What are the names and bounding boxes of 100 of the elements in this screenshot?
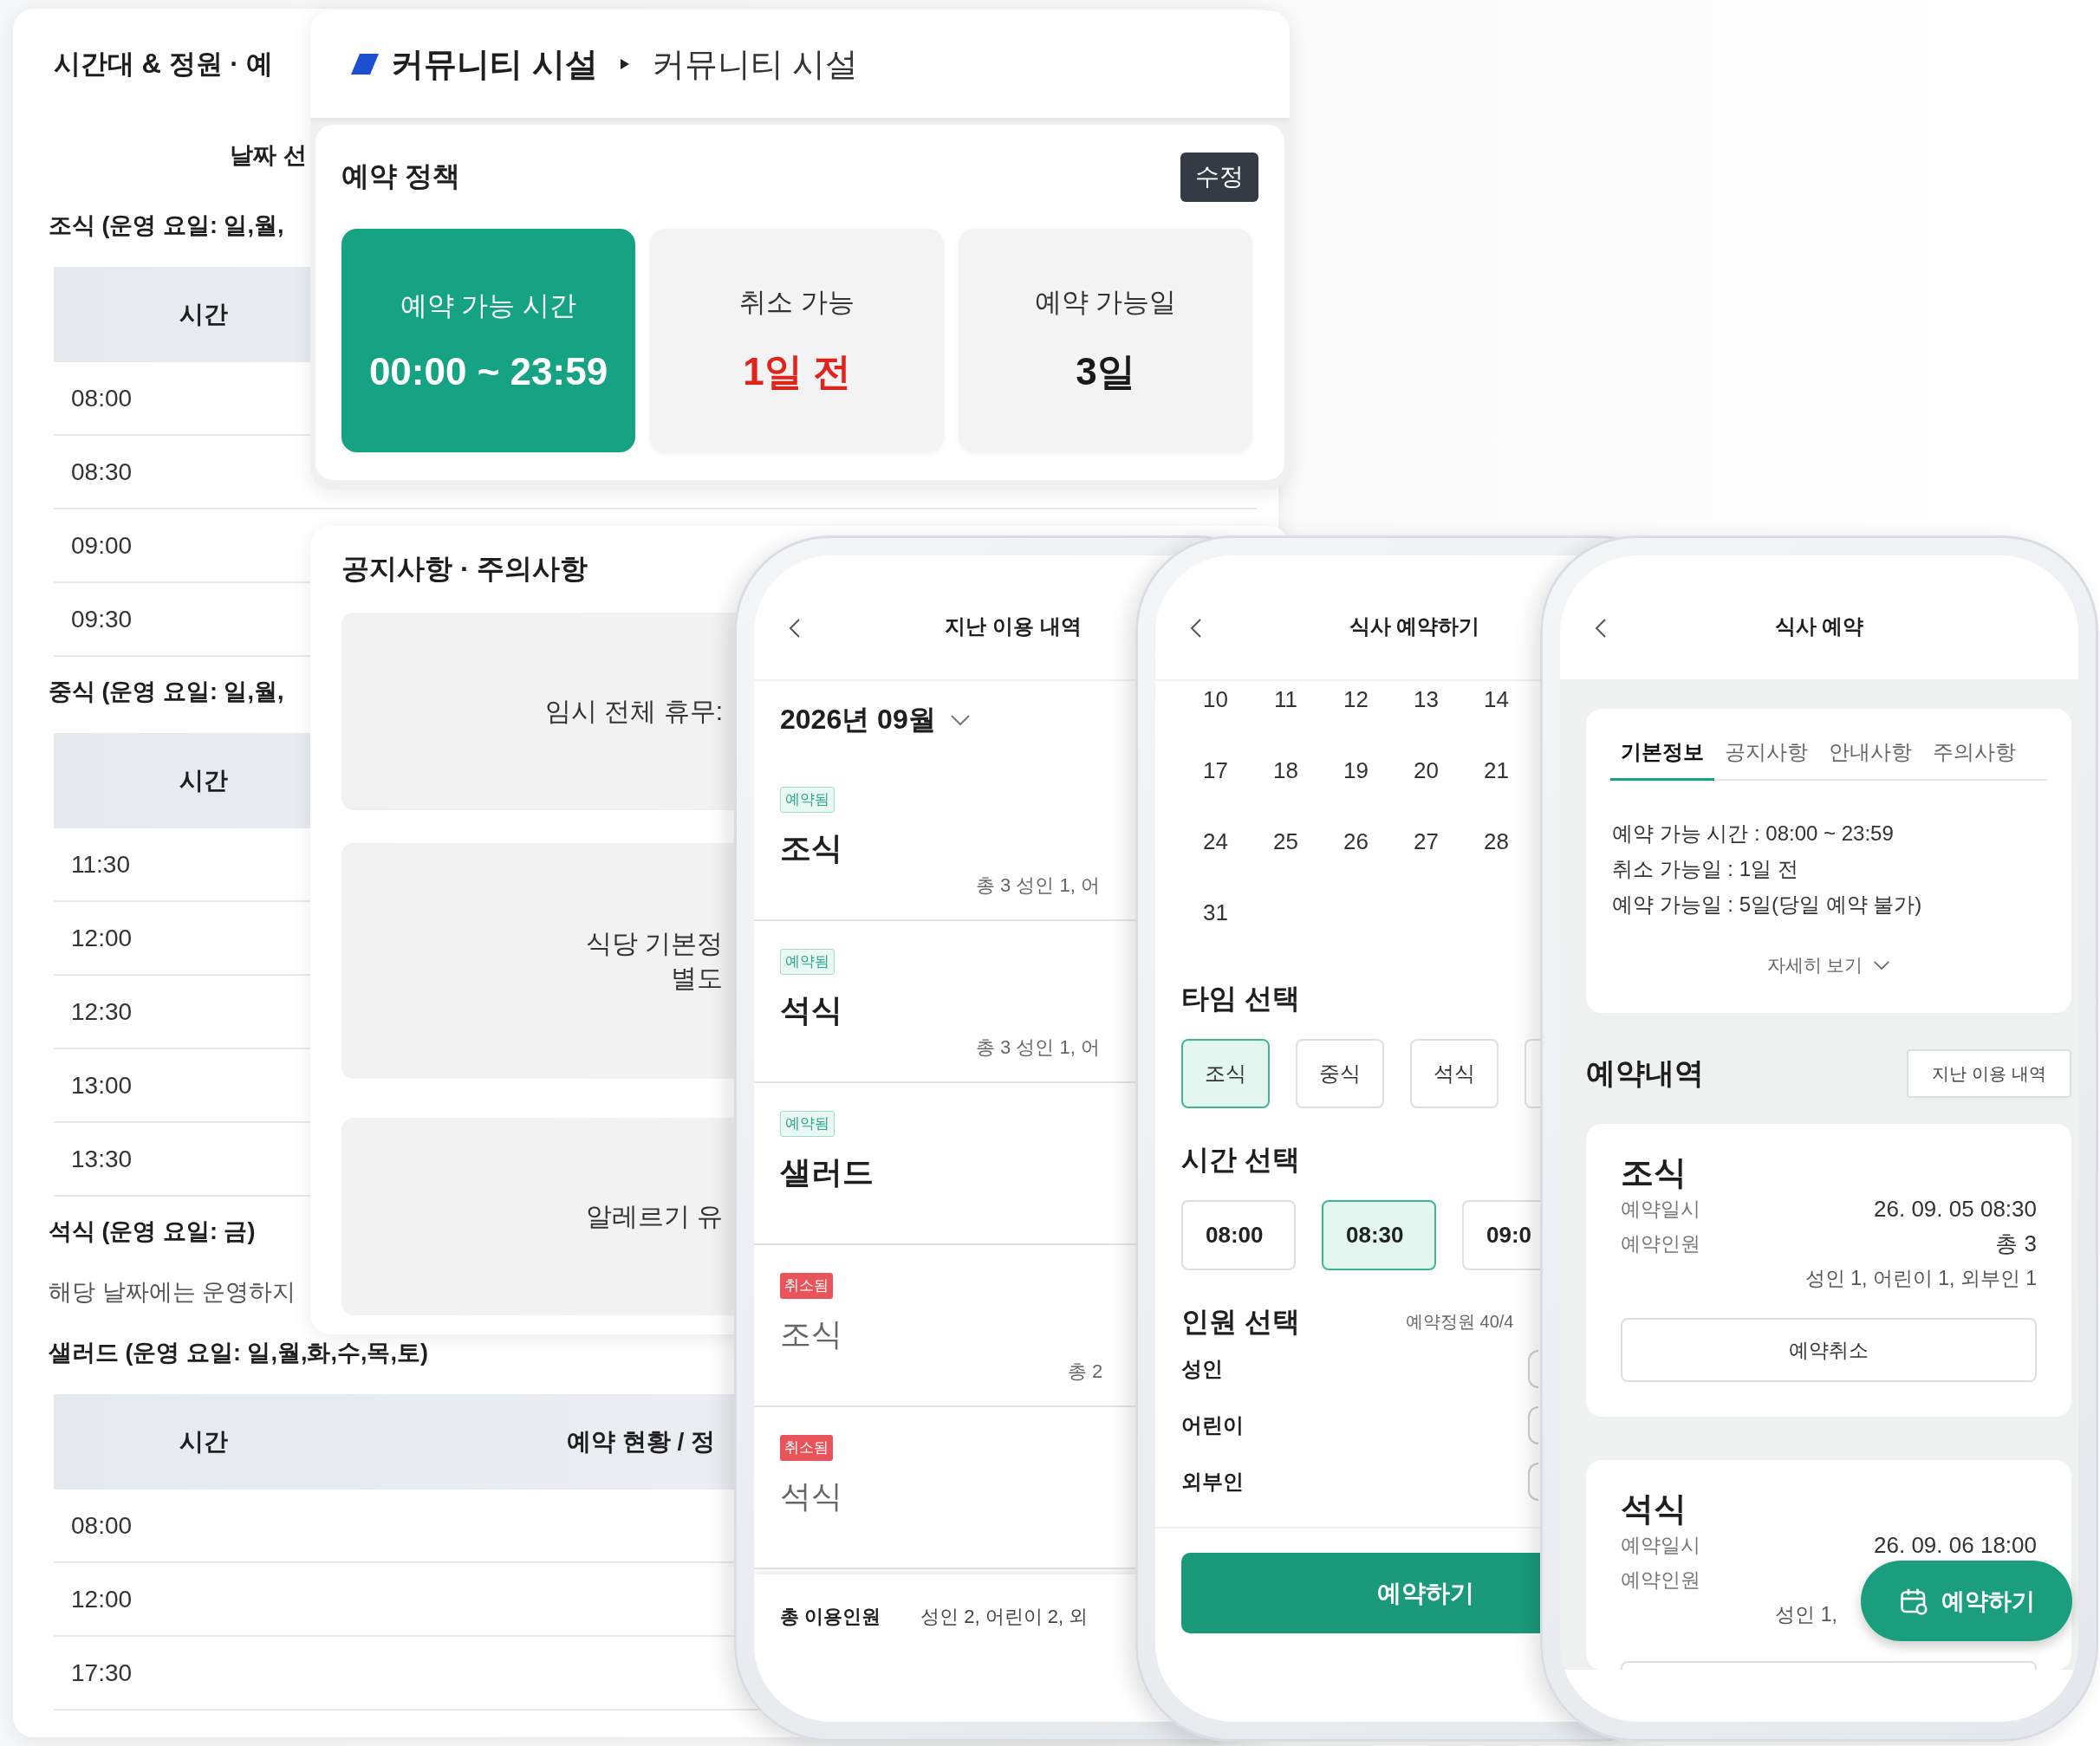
info-line: 취소 가능일 : 1일 전 bbox=[1612, 856, 1799, 882]
screen-title: 지난 이용 내역 bbox=[945, 613, 1082, 639]
guest-breakdown: 성인 1, 어린이 1, 외부인 1 bbox=[1804, 1267, 2037, 1289]
field-value: 총 3 bbox=[1995, 1230, 2037, 1258]
guest-count: 총 2 bbox=[1068, 1360, 1103, 1382]
info-tab[interactable]: 기본정보 bbox=[1610, 728, 1714, 781]
edit-button[interactable]: 수정 bbox=[1180, 152, 1258, 202]
breadcrumb-link[interactable]: 커뮤니티 시설 bbox=[391, 42, 598, 87]
time-cell: 08:00 bbox=[71, 1511, 133, 1540]
back-icon[interactable] bbox=[1190, 618, 1202, 639]
calendar-day[interactable]: 18 bbox=[1251, 759, 1321, 782]
capacity-text: 예약정원 40/4 bbox=[1406, 1311, 1515, 1333]
field-value: 26. 09. 05 08:30 bbox=[1874, 1195, 2037, 1223]
calendar-day[interactable]: 10 bbox=[1180, 688, 1251, 711]
card-title: 예약 정책 bbox=[341, 159, 460, 193]
info-tab[interactable]: 주의사항 bbox=[1922, 728, 2026, 781]
calendar-day[interactable]: 24 bbox=[1180, 830, 1251, 853]
calendar-day[interactable]: 27 bbox=[1391, 830, 1461, 853]
caret-icon bbox=[620, 59, 629, 69]
meal-name: 석식 bbox=[780, 1477, 842, 1516]
meal-name: 샐러드 bbox=[780, 1153, 874, 1191]
calendar-day[interactable]: 21 bbox=[1461, 759, 1531, 782]
status-badge: 예약됨 bbox=[780, 787, 835, 813]
column-header: 시간 bbox=[179, 766, 229, 795]
info-tab[interactable]: 안내사항 bbox=[1818, 728, 1922, 781]
chevron-down-icon[interactable] bbox=[1873, 960, 1891, 970]
time-cell: 12:30 bbox=[71, 997, 133, 1026]
meal-section-title: 중식 (운영 요일: 일,월, bbox=[49, 678, 284, 706]
time-cell: 13:30 bbox=[71, 1145, 133, 1173]
time-cell: 17:30 bbox=[71, 1658, 133, 1687]
meal-section-title: 석식 (운영 요일: 금) bbox=[49, 1217, 256, 1246]
tile-label: 취소 가능 bbox=[739, 285, 855, 319]
section-title: 타임 선택 bbox=[1181, 983, 1300, 1014]
calendar-day[interactable]: 20 bbox=[1391, 759, 1461, 782]
tile-value: 00:00 ~ 23:59 bbox=[368, 350, 608, 393]
back-icon[interactable] bbox=[1595, 618, 1607, 639]
date-select-label: 날짜 선 bbox=[230, 141, 307, 170]
guest-type-label: 어린이 bbox=[1181, 1412, 1244, 1438]
time-option[interactable]: 08:30 bbox=[1322, 1200, 1436, 1270]
field-label: 예약일시 bbox=[1621, 1197, 1700, 1222]
status-badge: 취소됨 bbox=[780, 1435, 833, 1461]
month-selector[interactable]: 2026년 09월 bbox=[780, 701, 936, 739]
back-icon[interactable] bbox=[789, 618, 801, 639]
info-tab[interactable]: 공지사항 bbox=[1714, 728, 1818, 781]
notice-text: 임시 전체 휴무: bbox=[544, 696, 723, 727]
field-value: 26. 09. 06 18:00 bbox=[1874, 1531, 2037, 1560]
meal-section-title: 샐러드 (운영 요일: 일,월,화,수,목,토) bbox=[49, 1339, 428, 1367]
cancel-button[interactable]: 예약취소 bbox=[1621, 1318, 2037, 1382]
meal-name: 조식 bbox=[780, 1315, 842, 1353]
meal-option[interactable]: 조식 bbox=[1181, 1039, 1270, 1108]
time-cell: 12:00 bbox=[71, 1585, 133, 1613]
guest-type-label: 성인 bbox=[1181, 1355, 1223, 1382]
panel-title: 시간대 & 정원 · 예 bbox=[54, 48, 274, 81]
guest-type-label: 외부인 bbox=[1181, 1468, 1244, 1495]
meal-option[interactable]: 석식 bbox=[1410, 1039, 1499, 1108]
summary-label: 총 이용인원 bbox=[780, 1605, 881, 1629]
section-title: 시간 선택 bbox=[1181, 1144, 1300, 1175]
tile-label: 예약 가능 시간 bbox=[400, 289, 577, 322]
calendar-day[interactable]: 13 bbox=[1391, 688, 1461, 711]
more-link[interactable]: 자세히 보기 bbox=[1766, 953, 1863, 977]
meal-section-title: 조식 (운영 요일: 일,월, bbox=[49, 211, 284, 240]
calendar-day[interactable]: 12 bbox=[1321, 688, 1391, 711]
screen-title: 식사 예약하기 bbox=[1349, 613, 1480, 639]
summary-value: 성인 2, 어린이 2, 외 bbox=[920, 1605, 1089, 1629]
history-button[interactable]: 지난 이용 내역 bbox=[1907, 1049, 2071, 1098]
tile-value: 3일 bbox=[1076, 348, 1135, 394]
column-header: 예약 현황 / 정 bbox=[566, 1427, 716, 1457]
meal-option[interactable]: 중식 bbox=[1296, 1039, 1384, 1108]
time-option[interactable]: 08:00 bbox=[1181, 1200, 1296, 1270]
calendar-day[interactable]: 31 bbox=[1180, 901, 1251, 924]
guest-breakdown: 성인 1, bbox=[1775, 1603, 1837, 1626]
calendar-day[interactable]: 25 bbox=[1251, 830, 1321, 853]
meal-name: 석식 bbox=[1621, 1490, 1687, 1528]
time-option[interactable]: 09:0 bbox=[1462, 1200, 1540, 1270]
field-label: 예약인원 bbox=[1621, 1568, 1700, 1593]
calendar-day[interactable]: 28 bbox=[1461, 830, 1531, 853]
section-title: 예약내역 bbox=[1586, 1055, 1704, 1091]
chevron-down-icon[interactable] bbox=[949, 714, 971, 726]
logo-icon bbox=[351, 54, 379, 75]
notice-text: 식당 기본정 별도 bbox=[584, 928, 723, 994]
closed-note: 해당 날짜에는 운영하지 bbox=[49, 1278, 296, 1307]
status-badge: 예약됨 bbox=[780, 949, 835, 975]
time-cell: 08:00 bbox=[71, 384, 133, 412]
reserve-button[interactable]: 예약하기 bbox=[1181, 1553, 1540, 1633]
calendar-day[interactable]: 11 bbox=[1251, 688, 1321, 711]
time-cell: 08:30 bbox=[71, 458, 133, 486]
info-line: 예약 가능 시간 : 08:00 ~ 23:59 bbox=[1612, 821, 1895, 847]
meal-name: 조식 bbox=[780, 829, 842, 867]
status-badge: 예약됨 bbox=[780, 1111, 835, 1137]
calendar-day[interactable]: 14 bbox=[1461, 688, 1531, 711]
tile-label: 예약 가능일 bbox=[1034, 285, 1177, 319]
calendar-day[interactable]: 17 bbox=[1180, 759, 1251, 782]
calendar-day[interactable]: 26 bbox=[1321, 830, 1391, 853]
column-header: 시간 bbox=[179, 1427, 229, 1457]
time-cell: 11:30 bbox=[71, 850, 130, 879]
info-line: 예약 가능일 : 5일(당일 예약 불가) bbox=[1612, 892, 1923, 918]
calendar-day[interactable]: 19 bbox=[1321, 759, 1391, 782]
breadcrumb-current: 커뮤니티 시설 bbox=[651, 44, 859, 84]
guest-count: 총 3 성인 1, 어 bbox=[976, 874, 1101, 896]
guest-count: 총 3 성인 1, 어 bbox=[976, 1036, 1101, 1058]
